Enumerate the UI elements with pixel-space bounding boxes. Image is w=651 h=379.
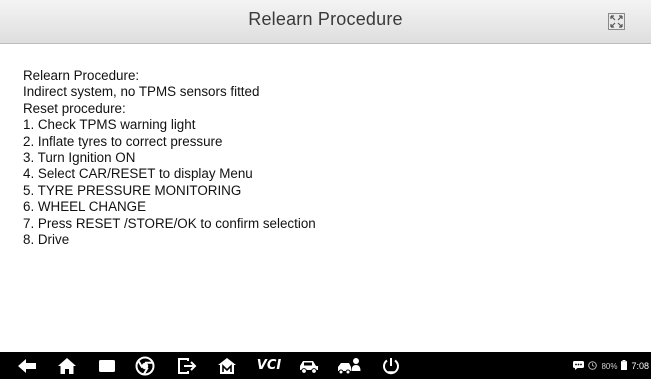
page-title: Relearn Procedure bbox=[248, 9, 403, 29]
procedure-line: Relearn Procedure: bbox=[23, 68, 140, 83]
procedure-line: 2. Inflate tyres to correct pressure bbox=[23, 133, 223, 149]
power-icon[interactable] bbox=[380, 355, 402, 376]
autel-home-icon[interactable] bbox=[216, 355, 238, 376]
procedure-line: 4. Select CAR/RESET to display Menu bbox=[23, 166, 253, 182]
vci-icon[interactable]: VCI bbox=[254, 355, 284, 376]
procedure-line: 7. Press RESET /STORE/OK to confirm sele… bbox=[23, 215, 316, 231]
expand-icon[interactable] bbox=[608, 13, 625, 30]
procedure-line: 3. Turn Ignition ON bbox=[23, 150, 136, 166]
procedure-line: Reset procedure: bbox=[23, 100, 126, 116]
status-area: 80% 7:08 bbox=[573, 360, 649, 372]
exit-icon[interactable] bbox=[176, 355, 198, 376]
procedure-line: 1. Check TPMS warning light bbox=[23, 117, 196, 133]
recent-apps-icon[interactable] bbox=[96, 355, 118, 376]
title-bar: Relearn Procedure bbox=[0, 0, 651, 44]
status-time: 7:08 bbox=[631, 361, 649, 371]
message-icon bbox=[573, 360, 585, 372]
procedure-text: Relearn Procedure: Indirect system, no T… bbox=[23, 68, 631, 248]
procedure-line: 5. TYRE PRESSURE MONITORING bbox=[23, 182, 242, 198]
procedure-line: 6. WHEEL CHANGE bbox=[23, 199, 147, 215]
battery-icon bbox=[621, 360, 628, 372]
browser-icon[interactable] bbox=[134, 355, 156, 376]
home-icon[interactable] bbox=[56, 355, 78, 376]
car-user-icon[interactable] bbox=[336, 355, 362, 376]
clock-icon bbox=[588, 360, 598, 372]
back-icon[interactable] bbox=[16, 355, 38, 376]
battery-percent: 80% bbox=[601, 361, 618, 371]
system-navigation-bar: VCI 80% 7:08 bbox=[0, 352, 651, 379]
procedure-line: 8. Drive bbox=[23, 232, 70, 248]
car-icon[interactable] bbox=[297, 355, 321, 376]
procedure-line: Indirect system, no TPMS sensors fitted bbox=[23, 84, 260, 100]
